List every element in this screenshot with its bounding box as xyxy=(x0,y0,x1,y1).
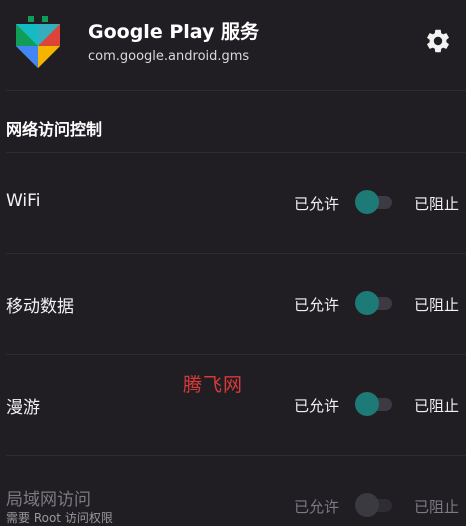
divider xyxy=(6,90,466,91)
row-mobile-data: 移动数据 已允许 已阻止 xyxy=(0,254,466,354)
blocked-label: 已阻止 xyxy=(414,296,460,314)
allowed-label: 已允许 xyxy=(294,195,340,213)
wifi-toggle[interactable] xyxy=(355,190,393,214)
toggle-thumb xyxy=(355,493,379,517)
lan-access-toggle[interactable] xyxy=(355,493,393,517)
row-label: 移动数据 xyxy=(6,297,74,317)
row-label: 局域网访问 xyxy=(6,490,91,510)
toggle-thumb xyxy=(355,392,379,416)
blocked-label: 已阻止 xyxy=(414,195,460,213)
section-title: 网络访问控制 xyxy=(6,120,103,139)
row-label: 漫游 xyxy=(6,398,40,418)
toggle-thumb xyxy=(355,291,379,315)
app-name: Google Play 服务 xyxy=(88,21,259,43)
watermark: 腾飞网 xyxy=(183,374,244,396)
row-sublabel: 需要 Root 访问权限 xyxy=(6,511,113,525)
row-wifi: WiFi 已允许 已阻止 xyxy=(0,153,466,253)
app-header: Google Play 服务 com.google.android.gms xyxy=(0,0,466,90)
blocked-label: 已阻止 xyxy=(414,397,460,415)
blocked-label: 已阻止 xyxy=(414,498,460,516)
gear-icon[interactable] xyxy=(424,27,452,55)
toggle-thumb xyxy=(355,190,379,214)
allowed-label: 已允许 xyxy=(294,296,340,314)
allowed-label: 已允许 xyxy=(294,498,340,516)
row-lan-access: 局域网访问 需要 Root 访问权限 已允许 已阻止 xyxy=(0,456,466,525)
allowed-label: 已允许 xyxy=(294,397,340,415)
google-play-services-icon xyxy=(16,16,60,68)
roaming-toggle[interactable] xyxy=(355,392,393,416)
row-label: WiFi xyxy=(6,191,41,211)
mobile-data-toggle[interactable] xyxy=(355,291,393,315)
package-name: com.google.android.gms xyxy=(88,49,250,64)
